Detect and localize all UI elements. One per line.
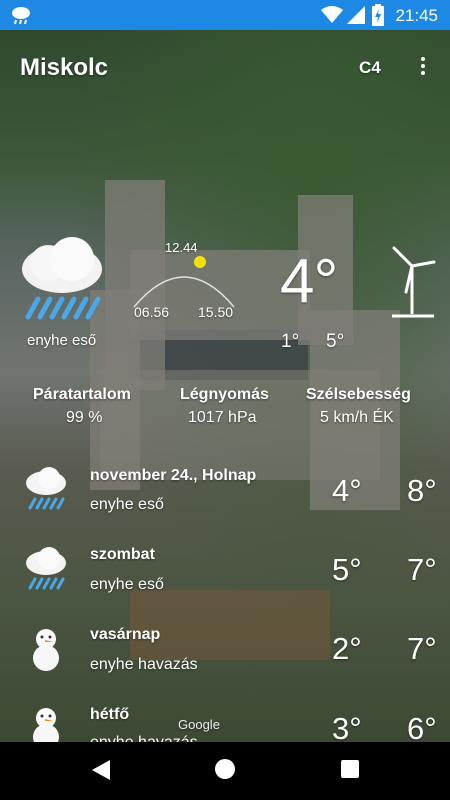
back-icon[interactable] (90, 758, 112, 782)
forecast-day: vasárnap (90, 626, 161, 643)
forecast-min-temp: 2° (332, 631, 362, 666)
sunset-time: 15.50 (198, 304, 234, 320)
current-temperature: 4° (280, 247, 338, 316)
forecast-min-temp: 4° (332, 473, 362, 508)
unit-toggle-button[interactable]: C4 (359, 58, 381, 78)
forecast-condition: enyhe havazás (90, 656, 198, 673)
forecast-min-temp: 5° (332, 552, 362, 587)
status-time: 21:45 (395, 6, 438, 25)
current-condition: enyhe eső (27, 332, 97, 349)
wifi-icon (321, 6, 343, 23)
forecast-condition: enyhe eső (90, 496, 164, 513)
map-watermark: Google (178, 717, 220, 732)
today-min-temp: 1° (281, 331, 300, 352)
humidity-value: 99 % (66, 409, 103, 426)
pressure-label: Légnyomás (180, 386, 269, 403)
pressure-value: 1017 hPa (188, 409, 257, 426)
navigation-bar (0, 742, 450, 800)
humidity-label: Páratartalom (33, 386, 131, 403)
city-title[interactable]: Miskolc (20, 54, 108, 82)
rain-cloud-icon (22, 237, 102, 320)
wind-turbine-icon (392, 246, 436, 318)
wind-value: 5 km/h ÉK (320, 409, 394, 426)
snowman-icon (33, 708, 59, 745)
sun-icon (194, 256, 206, 268)
sunrise-time: 06.56 (134, 304, 170, 320)
home-icon[interactable] (214, 758, 236, 780)
forecast-max-temp: 7° (407, 631, 437, 666)
signal-icon (347, 6, 365, 24)
today-max-temp: 5° (326, 331, 345, 352)
battery-charging-icon (372, 4, 384, 26)
forecast-day: hétfő (90, 706, 130, 723)
forecast-day: november 24., Holnap (90, 467, 257, 484)
wind-label: Szélsebesség (306, 386, 411, 403)
status-bar: 21:45 (0, 0, 450, 30)
overflow-menu-icon[interactable] (416, 54, 430, 78)
forecast-condition: enyhe eső (90, 576, 164, 593)
recents-icon[interactable] (340, 759, 360, 779)
forecast-max-temp: 7° (407, 552, 437, 587)
rain-cloud-icon (26, 547, 66, 590)
sun-noon-time: 12.44 (165, 240, 198, 255)
forecast-day: szombat (90, 546, 155, 563)
rain-cloud-icon (26, 467, 66, 510)
snowman-icon (33, 629, 59, 671)
weather-app-icon (12, 7, 30, 25)
forecast-max-temp: 8° (407, 473, 437, 508)
sun-arc (133, 256, 235, 308)
